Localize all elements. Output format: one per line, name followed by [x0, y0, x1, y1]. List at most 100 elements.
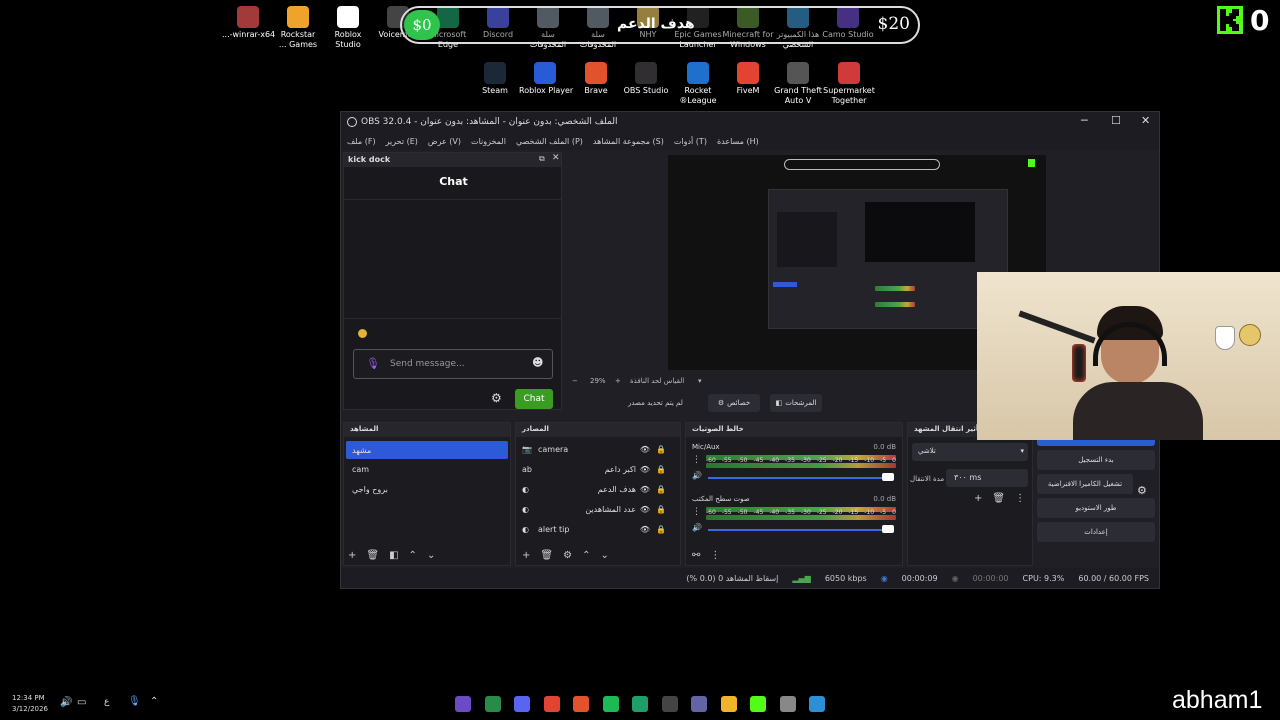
emote-icon[interactable]	[358, 329, 367, 338]
trash-icon[interactable]: 🗑	[540, 550, 553, 561]
trash-icon[interactable]: 🗑	[366, 550, 379, 561]
eye-icon[interactable]: 👁	[640, 505, 650, 514]
eye-icon[interactable]: 👁	[640, 465, 650, 474]
filters-button[interactable]: ◧ المرشحات	[770, 394, 822, 412]
desktop-icon[interactable]: Steam	[469, 62, 521, 96]
menu-item[interactable]: مساعدة (H)	[717, 137, 759, 146]
add-icon[interactable]: +	[974, 493, 982, 504]
source-item[interactable]: ◐ عدد المشاهدين 👁 🔒	[516, 499, 680, 519]
desktop-icon[interactable]: OBS Studio	[620, 62, 672, 96]
eye-icon[interactable]: 👁	[640, 445, 650, 454]
maximize-button[interactable]: ☐	[1111, 114, 1121, 127]
lock-icon[interactable]: 🔒	[656, 465, 666, 474]
desktop-icon[interactable]: Brave	[570, 62, 622, 96]
menu-item[interactable]: الملف الشخصي (P)	[516, 137, 583, 146]
more-icon[interactable]: ⋮	[692, 455, 701, 465]
taskbar-app-icon[interactable]	[602, 696, 619, 712]
zoom-in-button[interactable]: +	[615, 377, 621, 385]
taskbar-app-icon[interactable]	[632, 696, 648, 712]
eye-icon[interactable]: 👁	[640, 485, 650, 494]
emoji-icon[interactable]: ☻	[532, 356, 543, 369]
microphone-icon[interactable]: 🎙	[366, 357, 380, 370]
menu-item[interactable]: تحرير (E)	[386, 137, 418, 146]
menu-item[interactable]: المخزونات	[471, 137, 506, 146]
scene-item[interactable]: cam	[346, 459, 508, 479]
link-icon[interactable]: ⚯	[692, 550, 700, 561]
chat-send-button[interactable]: Chat	[515, 389, 553, 409]
up-arrow-icon[interactable]: ⌃	[582, 550, 590, 561]
menu-item[interactable]: مجموعة المشاهد (S)	[593, 137, 664, 146]
control-button[interactable]: طور الاستوديو	[1037, 498, 1155, 518]
source-item[interactable]: 📷 camera 👁 🔒	[516, 439, 680, 459]
desktop-icon[interactable]: Rocket ®League	[672, 62, 724, 106]
desktop-icon[interactable]: Roblox Player	[519, 62, 573, 96]
zoom-dropdown-icon[interactable]: ▾	[698, 377, 702, 385]
chat-input[interactable]: 🎙 Send message... ☻	[353, 349, 553, 379]
taskbar-app-icon[interactable]	[661, 696, 678, 712]
taskbar-app-icon[interactable]	[514, 696, 530, 712]
virtual-camera-settings-icon[interactable]: ⚙	[1137, 484, 1147, 497]
desktop-icon[interactable]: ...-winrar-x64	[222, 6, 275, 40]
source-item[interactable]: ◐ alert tip 👁 🔒	[516, 519, 680, 539]
desktop-icon[interactable]: Grand Theft Auto V	[772, 62, 824, 106]
dock-float-icon[interactable]: ⧉	[539, 154, 545, 164]
lock-icon[interactable]: 🔒	[656, 525, 666, 534]
up-arrow-icon[interactable]: ⌃	[409, 550, 417, 561]
add-icon[interactable]: +	[348, 550, 356, 561]
desktop-icon[interactable]: Supermarket Together	[823, 62, 875, 106]
desktop-icon[interactable]: FiveM	[722, 62, 774, 96]
microphone-icon[interactable]: 🎙	[128, 696, 141, 707]
source-item[interactable]: ◐ هدف الدعم 👁 🔒	[516, 479, 680, 499]
more-icon[interactable]: ⋮	[710, 550, 720, 561]
menu-item[interactable]: عرض (V)	[428, 137, 461, 146]
control-button[interactable]: تشغيل الكاميرا الافتراضية	[1037, 474, 1133, 494]
menu-item[interactable]: ملف (F)	[347, 137, 376, 146]
source-item[interactable]: ab اكبر داعم 👁 🔒	[516, 459, 680, 479]
taskbar-app-icon[interactable]	[484, 696, 501, 712]
gear-icon[interactable]: ⚙	[563, 550, 572, 561]
volume-slider-handle[interactable]	[882, 473, 894, 481]
tray-chevron-icon[interactable]: ⌃	[150, 696, 158, 707]
eye-icon[interactable]: 👁	[640, 525, 650, 534]
add-icon[interactable]: +	[522, 550, 530, 561]
taskbar-app-icon[interactable]	[543, 696, 560, 712]
lock-icon[interactable]: 🔒	[656, 485, 666, 494]
dock-close-icon[interactable]: ✕	[552, 153, 560, 163]
filter-icon[interactable]: ◧	[389, 550, 398, 561]
control-button[interactable]: إعدادات	[1037, 522, 1155, 542]
volume-icon[interactable]: 🔊	[60, 697, 72, 708]
scene-item[interactable]: بروح واجي	[346, 479, 508, 499]
taskbar-app-icon[interactable]	[573, 696, 589, 712]
properties-button[interactable]: ⚙ خصائص	[708, 394, 760, 412]
lock-icon[interactable]: 🔒	[656, 445, 666, 454]
taskbar-app-icon[interactable]	[809, 696, 825, 712]
duration-input[interactable]: ٣٠٠ ms	[946, 469, 1028, 487]
down-arrow-icon[interactable]: ⌄	[427, 550, 435, 561]
close-button[interactable]: ✕	[1141, 114, 1150, 127]
speaker-icon[interactable]: 🔊	[692, 471, 702, 480]
lock-icon[interactable]: 🔒	[656, 505, 666, 514]
trash-icon[interactable]: 🗑	[992, 493, 1005, 504]
more-icon[interactable]: ⋮	[692, 507, 701, 517]
taskbar-app-icon[interactable]	[455, 696, 471, 712]
volume-slider-handle[interactable]	[882, 525, 894, 533]
zoom-out-button[interactable]: −	[572, 377, 578, 385]
taskbar-app-icon[interactable]	[720, 696, 737, 712]
settings-gear-icon[interactable]: ⚙	[491, 391, 502, 405]
menu-item[interactable]: أدوات (T)	[674, 137, 707, 146]
volume-slider[interactable]	[708, 477, 894, 479]
taskbar-app-icon[interactable]	[779, 696, 796, 712]
minimize-button[interactable]: ─	[1081, 114, 1088, 127]
more-icon[interactable]: ⋮	[1015, 493, 1025, 504]
taskbar-app-icon[interactable]	[750, 696, 766, 712]
control-button[interactable]: بدء التسجيل	[1037, 450, 1155, 470]
scene-item[interactable]: مشهد	[346, 441, 508, 459]
down-arrow-icon[interactable]: ⌄	[600, 550, 608, 561]
taskbar-app-icon[interactable]	[691, 696, 707, 712]
speaker-icon[interactable]: 🔊	[692, 523, 702, 532]
desktop-icon[interactable]: Rockstar ... Games	[272, 6, 324, 50]
language-indicator[interactable]: ع	[104, 697, 109, 707]
transition-select[interactable]: تلاشي ▾	[912, 443, 1028, 461]
network-icon[interactable]: ▭	[77, 697, 86, 708]
desktop-icon[interactable]: Roblox Studio	[322, 6, 374, 50]
